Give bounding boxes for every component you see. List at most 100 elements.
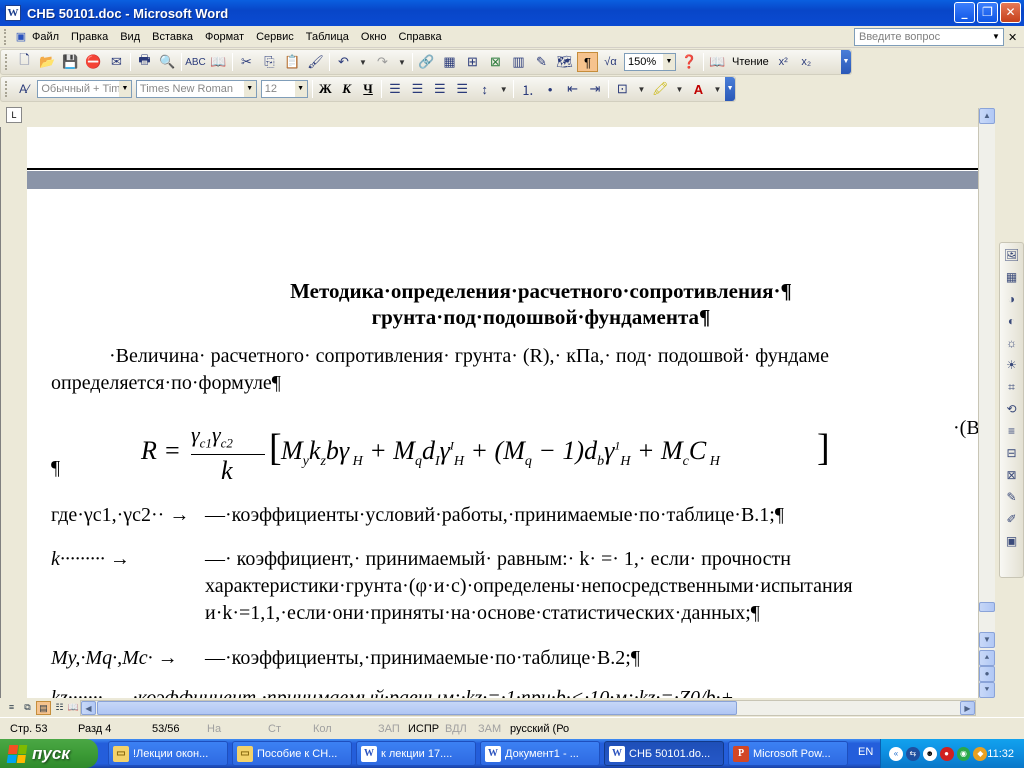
toolbar-options-icon[interactable]: ▼ (841, 50, 851, 74)
volume-icon[interactable]: ◉ (956, 746, 971, 761)
format-painter-icon[interactable]: 🖌 (305, 52, 326, 72)
tables-borders-icon[interactable]: ▦ (439, 52, 460, 72)
style-select[interactable]: Обычный + Time ▼ (37, 80, 132, 98)
print-icon[interactable]: 🖶 (134, 52, 155, 72)
highlight-icon[interactable]: 🖍 (650, 79, 670, 99)
taskbar-item-powerpoint[interactable]: P Microsoft Pow... (728, 741, 848, 766)
new-document-icon[interactable]: 🗋 (14, 52, 35, 72)
align-left-icon[interactable]: ☰ (385, 79, 405, 99)
scroll-up-icon[interactable]: ▲ (979, 108, 995, 124)
format-picture-icon[interactable]: ✎ (1001, 487, 1022, 507)
minimize-button[interactable]: _ (954, 2, 975, 23)
save-icon[interactable]: 💾 (60, 52, 81, 72)
align-right-icon[interactable]: ☰ (430, 79, 450, 99)
reset-picture-icon[interactable]: ▣ (1001, 531, 1022, 551)
print-preview-icon[interactable]: 🔍 (157, 52, 178, 72)
decrease-indent-icon[interactable]: ⇤ (562, 79, 582, 99)
help-icon[interactable]: ❓ (679, 52, 700, 72)
menu-tools[interactable]: Сервис (250, 27, 300, 47)
align-center-icon[interactable]: ☰ (407, 79, 427, 99)
taskbar-item-manual[interactable]: ▭ Пособие к СН... (232, 741, 352, 766)
tab-selector-icon[interactable]: L (6, 107, 22, 123)
chevron-down-icon[interactable]: ▼ (663, 54, 675, 70)
clock[interactable]: 11:32 (987, 748, 1014, 760)
subscript-icon[interactable]: x₂ (796, 52, 817, 72)
previous-page-icon[interactable]: ⯅ (979, 650, 995, 666)
rotate-icon[interactable]: ⟲ (1001, 399, 1022, 419)
zoom-select[interactable]: 150% ▼ (624, 53, 676, 71)
drawing-icon[interactable]: ✎ (531, 52, 552, 72)
insert-picture-icon[interactable]: 🖼 (1001, 245, 1022, 265)
text-wrapping-icon[interactable]: ⊠ (1001, 465, 1022, 485)
chevron-down-icon[interactable]: ▼ (118, 81, 131, 97)
equation-icon[interactable]: √α (600, 52, 621, 72)
borders-icon[interactable]: ⊡ (612, 79, 632, 99)
print-layout-icon[interactable]: ▤ (36, 701, 51, 715)
tray-expand-icon[interactable]: « (889, 746, 903, 761)
close-document-icon[interactable]: ✕ (1008, 31, 1017, 44)
reading-view-icon[interactable]: 📖 (66, 701, 81, 715)
menu-insert[interactable]: Вставка (146, 27, 199, 47)
scroll-left-icon[interactable]: ◀ (81, 701, 96, 715)
more-contrast-icon[interactable]: ◑ (1001, 289, 1022, 309)
word-app-icon[interactable]: W (5, 5, 21, 21)
less-contrast-icon[interactable]: ◐ (1001, 311, 1022, 331)
superscript-icon[interactable]: x² (773, 52, 794, 72)
horizontal-scroll-thumb[interactable] (97, 701, 737, 715)
color-icon[interactable]: ▦ (1001, 267, 1022, 287)
start-button[interactable]: пуск (0, 739, 98, 768)
font-select[interactable]: Times New Roman ▼ (135, 80, 257, 98)
undo-icon[interactable]: ↶ (333, 52, 354, 72)
line-style-icon[interactable]: ≡ (1001, 421, 1022, 441)
doc-menu-icon[interactable]: ▣ (13, 27, 29, 47)
italic-button[interactable]: К (336, 79, 357, 99)
justify-icon[interactable]: ☰ (452, 79, 472, 99)
messenger-icon[interactable]: ☻ (922, 746, 937, 761)
set-transparent-icon[interactable]: ✐ (1001, 509, 1022, 529)
hyperlink-icon[interactable]: 🔗 (416, 52, 437, 72)
toolbar-options-icon[interactable]: ▼ (725, 77, 735, 101)
crop-icon[interactable]: ⌗ (1001, 377, 1022, 397)
line-spacing-dropdown-icon[interactable]: ▼ (497, 79, 511, 99)
read-button[interactable]: Чтение (732, 56, 769, 68)
horizontal-scrollbar[interactable]: ◀ ▶ (80, 700, 976, 716)
vertical-scrollbar[interactable]: ▲ ▼ ⯅ ● ⯆ (978, 108, 995, 698)
status-record[interactable]: ЗАП (378, 723, 400, 735)
toolbar-grip[interactable] (5, 54, 9, 70)
menu-window[interactable]: Окно (355, 27, 393, 47)
paste-icon[interactable]: 📋 (282, 52, 303, 72)
web-view-icon[interactable]: ⧉ (20, 701, 35, 715)
insert-table-icon[interactable]: ⊞ (462, 52, 483, 72)
numbering-icon[interactable]: ⒈ (517, 79, 537, 99)
undo-dropdown-icon[interactable]: ▼ (356, 52, 370, 72)
taskbar-item-document1[interactable]: W Документ1 - ... (480, 741, 600, 766)
taskbar-item-lecture-17[interactable]: Wк лекции 17.... (356, 741, 476, 766)
font-color-icon[interactable]: A (688, 79, 708, 99)
more-brightness-icon[interactable]: ☼ (1001, 333, 1022, 353)
next-page-icon[interactable]: ⯆ (979, 682, 995, 698)
open-folder-icon[interactable]: 📂 (37, 52, 58, 72)
compress-icon[interactable]: ⊟ (1001, 443, 1022, 463)
underline-button[interactable]: Ч (357, 79, 378, 99)
font-color-dropdown-icon[interactable]: ▼ (711, 79, 725, 99)
language-indicator[interactable]: EN (858, 746, 873, 758)
scroll-down-icon[interactable]: ▼ (979, 632, 995, 648)
taskbar-item-lectures[interactable]: ▭ !Лекции окон... (108, 741, 228, 766)
redo-dropdown-icon[interactable]: ▼ (395, 52, 409, 72)
copy-icon[interactable]: ⎘ (259, 52, 280, 72)
bullets-icon[interactable]: • (540, 79, 560, 99)
chevron-down-icon[interactable]: ▼ (294, 81, 307, 97)
help-search-input[interactable]: Введите вопрос ▼ (854, 28, 1004, 46)
scroll-right-icon[interactable]: ▶ (960, 701, 975, 715)
menu-view[interactable]: Вид (114, 27, 146, 47)
network-icon[interactable]: ⇆ (905, 746, 920, 761)
read-icon[interactable]: 📖 (707, 52, 728, 72)
bold-button[interactable]: Ж (315, 79, 336, 99)
chevron-down-icon[interactable]: ▼ (989, 29, 1003, 45)
menu-format[interactable]: Формат (199, 27, 250, 47)
redo-icon[interactable]: ↷ (372, 52, 393, 72)
select-browse-object-icon[interactable]: ● (979, 666, 995, 682)
document-area[interactable]: Методика·определения·расчетного·сопротив… (0, 127, 978, 698)
menu-file[interactable]: Файл (30, 27, 65, 47)
chevron-down-icon[interactable]: ▼ (243, 81, 256, 97)
